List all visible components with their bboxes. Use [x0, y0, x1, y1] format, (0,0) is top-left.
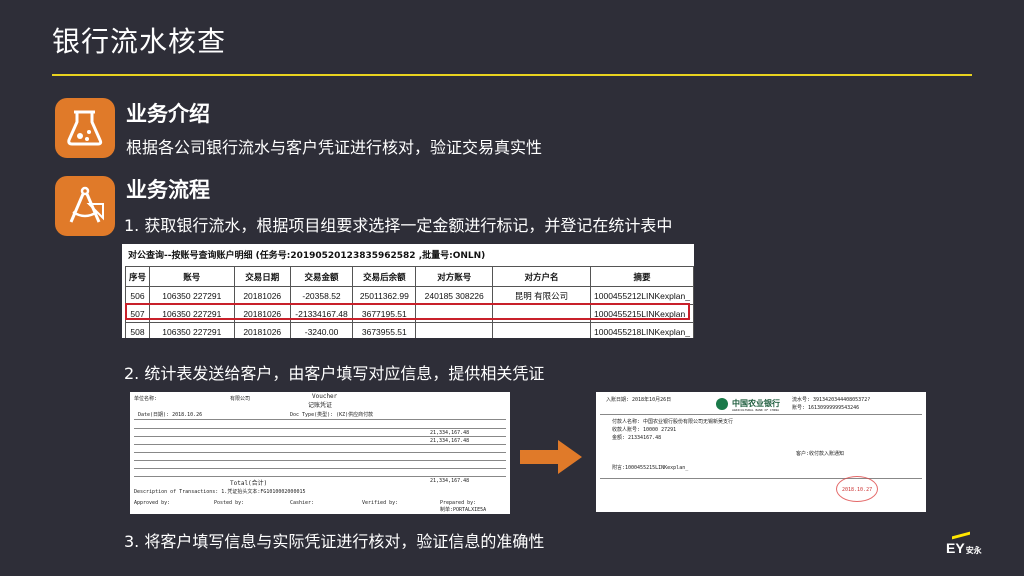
voucher-rule: [134, 476, 506, 477]
table-cell: 1000455218LINKexplan_: [590, 322, 694, 338]
voucher-total-label: Total(合计): [230, 480, 268, 487]
highlighted-row-marker: [125, 303, 690, 320]
bank-logo-icon: [716, 398, 728, 410]
intro-text: 根据各公司银行流水与客户凭证进行核对，验证交易真实性: [126, 138, 543, 157]
voucher-unit-label: 单位名称:: [134, 396, 158, 402]
table-cell: 240185 308226: [415, 286, 493, 305]
logo-bar: [952, 531, 970, 540]
receipt-date: 入账日期: 2018年10月26日: [606, 397, 672, 403]
table-cell: -20358.52: [289, 286, 354, 305]
table-cell: 506: [124, 286, 151, 305]
receipt-stamp-date: 2018.10.27: [842, 487, 873, 493]
table-cell: -3240.00: [289, 322, 354, 338]
voucher-company: 有限公司: [230, 396, 251, 402]
receipt-serial: 流水号: 391342034440805372?: [792, 397, 871, 403]
table-cell: 106350 227291: [149, 322, 235, 338]
voucher-posted: Posted by:: [214, 500, 245, 506]
table-row: 508 106350 227291 20181026 -3240.00 3673…: [124, 322, 694, 338]
table-cell: 20181026: [233, 322, 291, 338]
step3-text: 3. 将客户填写信息与实际凭证进行核对，验证信息的准确性: [124, 532, 545, 551]
receipt-memo: 附言:1000455215LINKexplan_: [612, 465, 689, 471]
table-row: 506 106350 227291 20181026 -20358.52 250…: [124, 286, 694, 305]
column-header: 交易金额: [289, 266, 354, 287]
voucher-doc-type: Doc Type(类型): (KZ)供应商付款: [290, 412, 374, 418]
voucher-title-en: Voucher: [312, 393, 338, 400]
bank-statement-image: 对公查询--按账号查询账户明细 (任务号:2019052012383596258…: [122, 244, 694, 338]
bank-statement-caption: 对公查询--按账号查询账户明细 (任务号:2019052012383596258…: [128, 251, 486, 261]
table-header-row: 序号 账号 交易日期 交易金额 交易后余额 对方账号 对方户名 摘要: [124, 266, 694, 287]
column-header: 序号: [124, 266, 151, 287]
voucher-rule: [134, 452, 506, 453]
voucher-title-cn: 记账凭证: [308, 402, 333, 409]
table-cell: 昆明 有限公司: [491, 286, 592, 305]
bank-statement-table: 序号 账号 交易日期 交易金额 交易后余额 对方账号 对方户名 摘要 506 1…: [124, 266, 694, 338]
chemistry-flask-icon: [55, 98, 115, 158]
ey-logo: EY安永: [946, 531, 982, 556]
receipt-amount: 金额: 21334167.48: [612, 435, 662, 441]
voucher-rule: [134, 460, 506, 461]
table-cell: 106350 227291: [149, 286, 235, 305]
table-cell: 25011362.99: [352, 286, 417, 305]
voucher-verified: Verified by:: [362, 500, 399, 506]
table-cell: [415, 322, 493, 338]
voucher-approved: Approved by:: [134, 500, 171, 506]
table-cell: 1000455212LINKexplan_: [590, 286, 694, 305]
column-header: 对方户名: [491, 266, 592, 287]
intro-heading: 业务介绍: [126, 102, 210, 126]
bank-receipt-image: 入账日期: 2018年10月26日 流水号: 39134203444080537…: [596, 392, 926, 512]
voucher-date: Date(日期): 2018.10.26: [138, 412, 203, 418]
receipt-payer: 付款人名称: 中国农业银行股份有限公司无锡新吴支行: [612, 419, 734, 425]
voucher-prepared-name: 制单:PORTALXIE5A: [440, 507, 487, 513]
voucher-image: 单位名称: 有限公司 Voucher 记账凭证 Date(日期): 2018.1…: [130, 392, 510, 514]
voucher-rule: [134, 428, 506, 429]
slide-title: 银行流水核查: [52, 25, 227, 58]
title-divider: [52, 74, 972, 76]
receipt-bank-name-en: AGRICULTURAL BANK OF CHINA: [732, 408, 779, 412]
right-arrow-icon: [520, 440, 582, 474]
step1-text: 1. 获取银行流水，根据项目组要求选择一定金额进行标记，并登记在统计表中: [124, 216, 673, 235]
table-cell: 3673955.51: [352, 322, 417, 338]
column-header: 摘要: [590, 266, 694, 287]
column-header: 账号: [149, 266, 235, 287]
logo-text: EY: [946, 540, 965, 556]
compass-ruler-icon: [55, 176, 115, 236]
column-header: 交易后余额: [352, 266, 417, 287]
logo-cn-text: 安永: [965, 546, 982, 555]
voucher-total-amount: 21,334,167.48: [430, 478, 470, 484]
voucher-rule: [134, 468, 506, 469]
voucher-cashier: Cashier:: [290, 500, 315, 506]
table-cell: 508: [124, 322, 151, 338]
voucher-amount: 21,334,167.48: [430, 438, 470, 444]
receipt-customer: 客户:收付款入账通知: [796, 451, 845, 457]
receipt-rule: [600, 478, 922, 479]
column-header: 对方账号: [415, 266, 493, 287]
column-header: 交易日期: [233, 266, 291, 287]
receipt-account: 账号: 16130999999543246: [792, 405, 860, 411]
receipt-rule: [600, 414, 922, 415]
table-cell: 20181026: [233, 286, 291, 305]
voucher-description: Description of Transactions: 1.凭证抬头文本:FG…: [134, 489, 306, 495]
voucher-amount: 21,334,167.48: [430, 430, 470, 436]
voucher-rule: [134, 419, 506, 420]
process-heading: 业务流程: [126, 178, 210, 202]
voucher-rule: [134, 444, 506, 445]
step2-text: 2. 统计表发送给客户，由客户填写对应信息，提供相关凭证: [124, 364, 545, 383]
voucher-rule: [134, 436, 506, 437]
table-cell: [491, 322, 592, 338]
receipt-payee: 收款人账号: 10000 27291: [612, 427, 677, 433]
